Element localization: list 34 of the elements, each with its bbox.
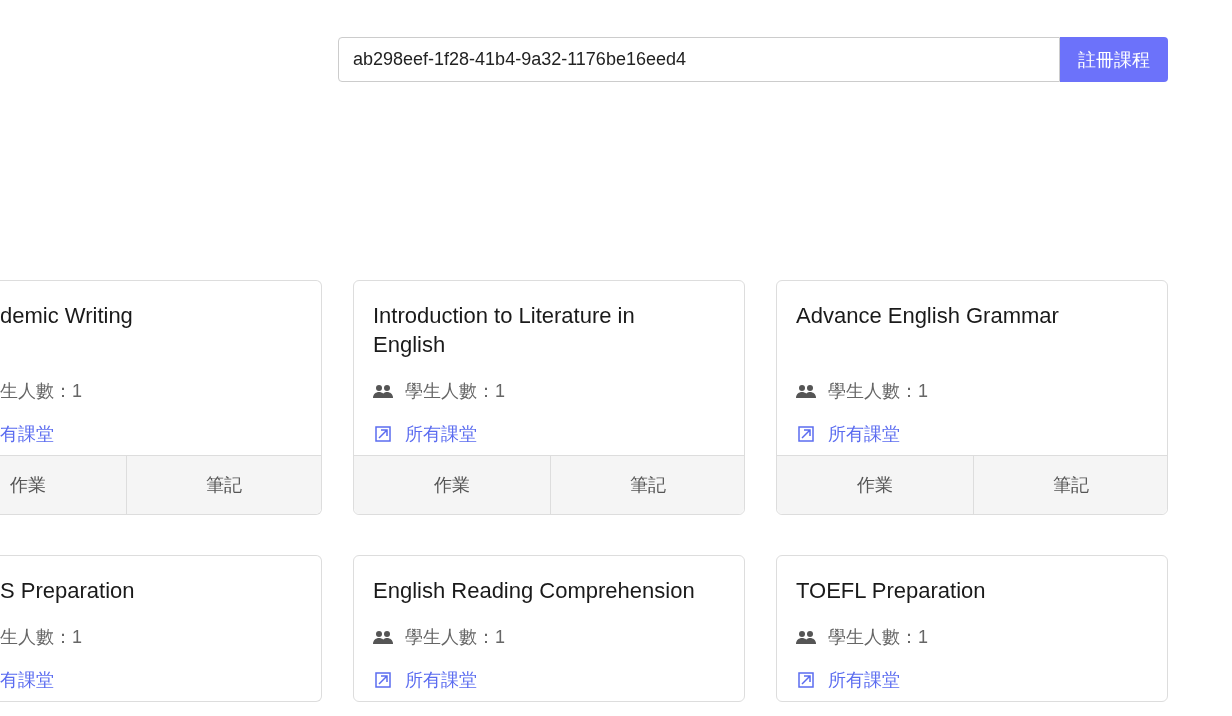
course-title: S Preparation (0, 577, 136, 605)
action-button[interactable]: 作業 (354, 456, 550, 514)
all-lessons-link[interactable]: 有課堂 (0, 667, 54, 692)
student-count: 學生人數：1 (828, 625, 928, 649)
external-link-icon (373, 671, 393, 688)
external-link-icon (796, 671, 816, 688)
course-title: TOEFL Preparation (796, 577, 987, 605)
all-lessons-link[interactable]: 所有課堂 (828, 421, 900, 446)
action-button[interactable]: 筆記 (973, 456, 1167, 514)
student-count: 生人數：1 (0, 625, 82, 649)
people-icon (373, 628, 393, 645)
all-lessons-link[interactable]: 有課堂 (0, 421, 54, 446)
action-button[interactable]: 作業 (777, 456, 973, 514)
people-icon (373, 382, 393, 399)
action-button[interactable]: 筆記 (550, 456, 744, 514)
course-title: demic Writing (0, 302, 134, 330)
student-count: 學生人數：1 (405, 379, 505, 403)
student-count: 學生人數：1 (405, 625, 505, 649)
all-lessons-link[interactable]: 所有課堂 (405, 421, 477, 446)
enroll-button[interactable]: 註冊課程 (1060, 37, 1168, 82)
course-title: Introduction to Literature in English (373, 302, 636, 359)
course-title: English Reading Comprehension (373, 577, 696, 605)
student-count: 學生人數：1 (828, 379, 928, 403)
student-count: 生人數：1 (0, 379, 82, 403)
people-icon (796, 382, 816, 399)
all-lessons-link[interactable]: 所有課堂 (405, 667, 477, 692)
course-code-field[interactable]: ab298eef-1f28-41b4-9a32-1176be16eed4 (338, 37, 1060, 82)
action-button[interactable]: 筆記 (126, 456, 321, 514)
action-button[interactable]: 作業 (0, 456, 126, 514)
external-link-icon (373, 425, 393, 442)
course-title: Advance English Grammar (796, 302, 1060, 330)
external-link-icon (796, 425, 816, 442)
all-lessons-link[interactable]: 所有課堂 (828, 667, 900, 692)
people-icon (796, 628, 816, 645)
